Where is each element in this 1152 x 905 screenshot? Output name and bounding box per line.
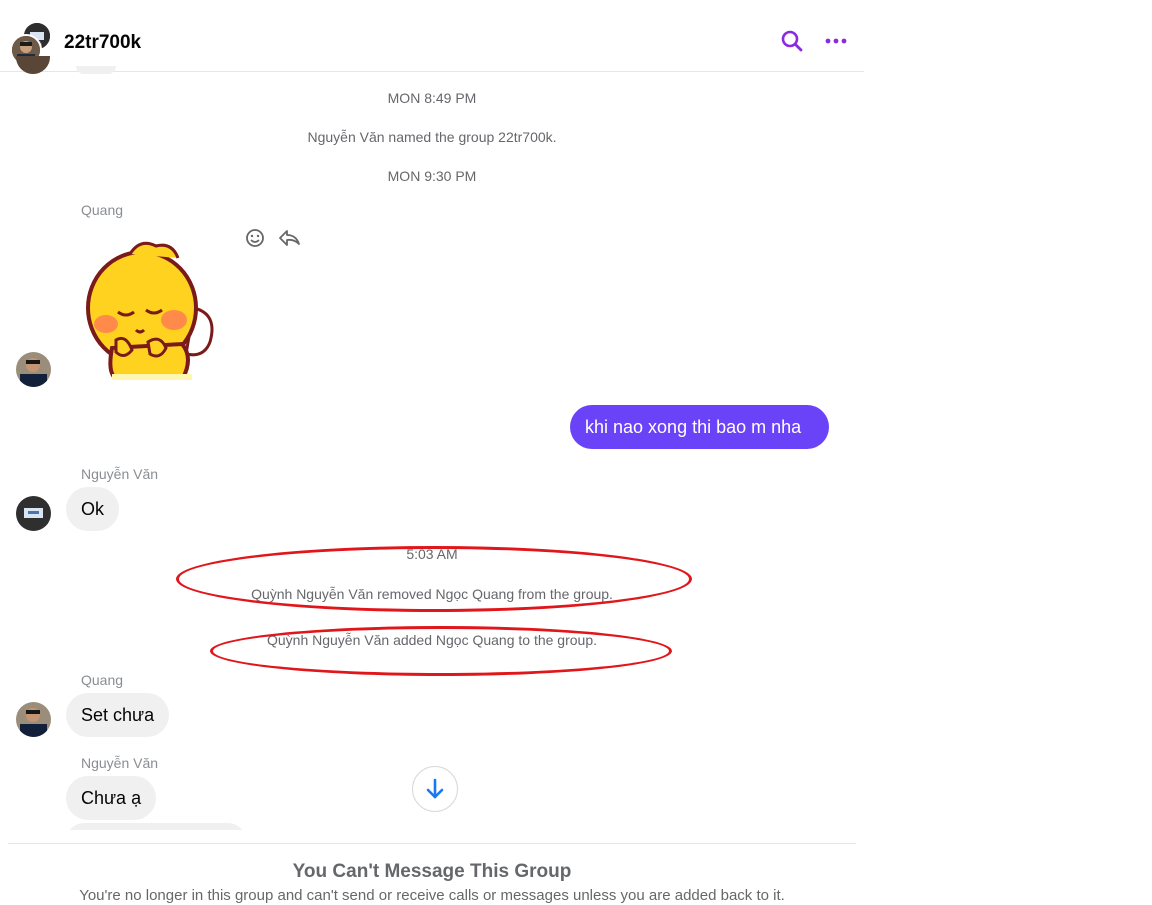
scroll-cutoff	[0, 830, 864, 844]
search-button[interactable]	[778, 27, 806, 55]
search-icon	[781, 30, 803, 52]
avatar[interactable]	[16, 702, 51, 737]
sender-name: Nguyễn Văn	[81, 755, 159, 771]
notice-title: You Can't Message This Group	[292, 861, 572, 882]
more-horizontal-icon	[825, 38, 847, 44]
sender-name: Nguyễn Văn	[81, 466, 159, 482]
reply-button[interactable]	[277, 227, 300, 249]
avatar[interactable]	[16, 496, 51, 531]
more-options-button[interactable]	[822, 27, 850, 55]
message-bubble[interactable]: Set chưa	[66, 693, 170, 737]
chat-header: 22tr700k	[0, 0, 864, 72]
notice-subtitle: You're no longer in this group and can't…	[79, 887, 785, 904]
system-message: Quỳnh Nguyễn Văn removed Ngọc Quang from…	[251, 586, 613, 602]
timestamp: MON 8:49 PM	[387, 90, 477, 106]
system-message: Quỳnh Nguyễn Văn added Ngọc Quang to the…	[266, 632, 597, 648]
smiley-icon	[246, 229, 264, 247]
message-bubble-partial	[76, 66, 116, 74]
chat-panel: 22tr700k MON 8:49 PM Nguyễn Văn named th…	[0, 0, 864, 905]
timestamp: 5:03 AM	[406, 546, 458, 562]
avatar[interactable]	[16, 352, 51, 387]
system-message: Nguyễn Văn named the group 22tr700k.	[307, 129, 557, 145]
scroll-to-bottom-button[interactable]	[412, 766, 458, 812]
message-actions	[244, 227, 304, 251]
sender-name: Quang	[81, 672, 124, 688]
arrow-down-icon	[426, 778, 444, 799]
react-button[interactable]	[244, 227, 266, 249]
composer-disabled-notice: You Can't Message This Group You're no l…	[8, 843, 856, 905]
message-bubble[interactable]: Chưa ạ	[66, 776, 157, 820]
timestamp: MON 9:30 PM	[387, 168, 477, 184]
message-bubble[interactable]: Ok	[66, 487, 120, 531]
sender-name: Quang	[81, 202, 124, 218]
chat-title[interactable]: 22tr700k	[64, 32, 141, 54]
sticker-image[interactable]	[82, 238, 222, 380]
reply-icon	[279, 230, 300, 246]
my-message-bubble[interactable]: khi nao xong thi bao m nha	[570, 405, 829, 449]
